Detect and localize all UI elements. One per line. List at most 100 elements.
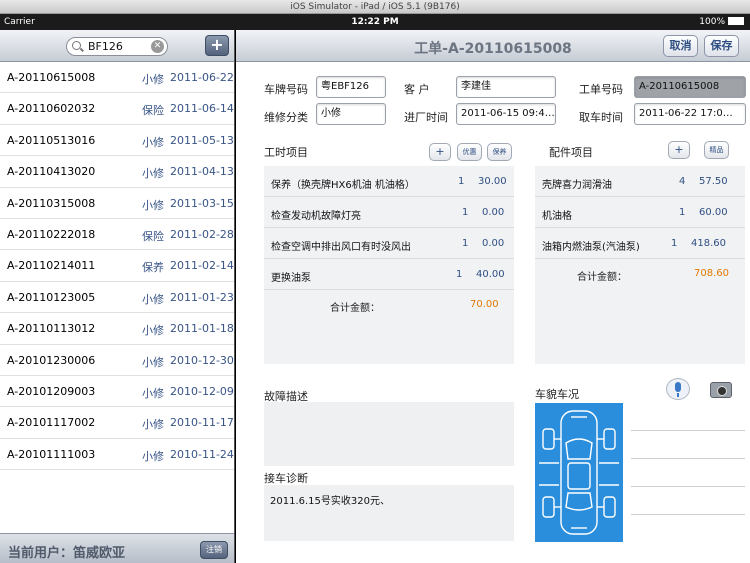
left-footer: 当前用户：笛威欧亚 注销 <box>0 533 234 563</box>
order-date: 2011-02-28 <box>170 227 234 241</box>
parts-section-title: 配件项目 <box>549 146 593 159</box>
search-icon <box>72 41 81 50</box>
customer-field[interactable]: 李建佳 <box>456 76 556 98</box>
labor-item-name: 保养（换壳牌HX6机油 机油格） <box>271 180 415 191</box>
warranty-button[interactable]: 保养 <box>487 143 512 161</box>
order-date: 2010-12-09 <box>170 384 234 398</box>
status-time: 12:22 PM <box>351 17 399 27</box>
logout-button[interactable]: 注销 <box>200 541 228 559</box>
add-labor-button[interactable]: + <box>429 143 451 161</box>
labor-item-amount: 0.00 <box>482 238 505 249</box>
order-type: 保养 <box>142 261 164 275</box>
order-row[interactable]: A-20110123005 小修 2011-01-23 <box>0 282 234 314</box>
order-no: A-20110602032 <box>7 102 96 116</box>
table-row[interactable]: 检查空调中排出风口有时没风出 1 0.00 <box>264 228 514 259</box>
order-type: 小修 <box>142 73 164 86</box>
save-button[interactable]: 保存 <box>704 35 739 57</box>
part-item-amount: 60.00 <box>699 207 728 218</box>
battery-percent: 100% <box>699 17 725 27</box>
part-item-qty: 4 <box>679 176 686 187</box>
part-item-qty: 1 <box>671 238 678 249</box>
order-no: A-20110113012 <box>7 322 96 336</box>
labor-item-amount: 40.00 <box>476 269 505 280</box>
table-row[interactable]: 保养（换壳牌HX6机油 机油格） 1 30.00 <box>264 166 514 197</box>
fault-description-field[interactable] <box>264 402 514 466</box>
car-diagram[interactable] <box>535 403 623 542</box>
category-label: 维修分类 <box>264 111 308 124</box>
labor-total-label: 合计金额： <box>330 303 380 314</box>
order-no: A-20110315008 <box>7 196 96 210</box>
order-date: 2010-11-24 <box>170 447 234 461</box>
body-note-line[interactable] <box>631 486 745 487</box>
order-row[interactable]: A-20101230006 小修 2010-12-30 <box>0 345 234 376</box>
microphone-icon[interactable] <box>666 378 690 400</box>
labor-table: 保养（换壳牌HX6机油 机油格） 1 30.00 检查发动机故障灯亮 1 0.0… <box>264 166 514 364</box>
order-no: A-20110413020 <box>7 165 96 179</box>
simulator-title: iOS Simulator - iPad / iOS 5.1 (9B176) <box>290 2 460 12</box>
out-time-label: 取车时间 <box>579 111 623 124</box>
order-row[interactable]: A-20110315008 小修 2011-03-15 <box>0 188 234 219</box>
table-row[interactable]: 更换油泵 1 40.00 <box>264 259 514 290</box>
out-time-field[interactable]: 2011-06-22 17:0… <box>634 103 746 125</box>
order-date: 2011-05-13 <box>170 133 234 147</box>
order-date: 2011-03-15 <box>170 196 234 210</box>
clear-icon[interactable]: ✕ <box>151 40 164 53</box>
order-type: 保险 <box>142 104 164 118</box>
body-condition-title: 车貌车况 <box>535 388 579 401</box>
order-row[interactable]: A-20110602032 保险 2011-06-14 <box>0 93 234 125</box>
body-note-line[interactable] <box>631 514 745 515</box>
add-part-button[interactable]: + <box>668 141 690 159</box>
order-date: 2011-01-18 <box>170 322 234 336</box>
order-no: A-20101230006 <box>7 353 96 367</box>
diagnosis-field[interactable]: 2011.6.15号实收320元、 <box>264 485 514 541</box>
car-outline-icon <box>539 410 619 535</box>
order-row[interactable]: A-20110222018 保险 2011-02-28 <box>0 219 234 251</box>
in-time-field[interactable]: 2011-06-15 09:4… <box>456 103 556 125</box>
customer-label: 客 户 <box>404 83 430 96</box>
order-row[interactable]: A-20110113012 小修 2011-01-18 <box>0 313 234 345</box>
battery-indicator: 100% <box>699 14 744 30</box>
left-toolbar: BF126 ✕ + <box>0 30 234 62</box>
order-date: 2010-11-17 <box>170 416 234 430</box>
order-no: A-20110222018 <box>7 227 96 241</box>
camera-icon[interactable] <box>710 382 732 398</box>
order-date: 2011-04-13 <box>170 165 234 179</box>
order-type: 保险 <box>142 229 164 243</box>
labor-item-qty: 1 <box>458 176 465 187</box>
order-row[interactable]: A-20110214011 保养 2011-02-14 <box>0 250 234 282</box>
discount-button[interactable]: 优惠 <box>457 143 482 161</box>
order-no: A-20110513016 <box>7 133 96 147</box>
order-type: 小修 <box>142 449 164 463</box>
order-detail-pane: 工单-A-20110615008 取消 保存 车牌号码 粤EBF126 客 户 … <box>236 30 750 563</box>
cancel-button[interactable]: 取消 <box>663 35 698 57</box>
order-no-field: A-20110615008 <box>634 76 746 98</box>
order-row[interactable]: A-20110413020 小修 2011-04-13 <box>0 156 234 188</box>
order-no: A-20110214011 <box>7 259 96 273</box>
order-type: 小修 <box>142 198 164 212</box>
order-row[interactable]: A-20101209003 小修 2010-12-09 <box>0 376 234 408</box>
search-input[interactable]: BF126 ✕ <box>66 37 168 56</box>
table-row[interactable]: 壳牌喜力润滑油 4 57.50 <box>535 166 745 197</box>
order-row[interactable]: A-20110513016 小修 2011-05-13 <box>0 125 234 157</box>
labor-total-value: 70.00 <box>470 299 499 310</box>
premium-button[interactable]: 精品 <box>704 141 729 159</box>
body-note-line[interactable] <box>631 458 745 459</box>
part-item-amount: 418.60 <box>691 238 726 249</box>
order-type: 小修 <box>142 355 164 369</box>
table-row[interactable]: 油箱内燃油泵(汽油泵) 1 418.60 <box>535 228 745 259</box>
order-no-label: 工单号码 <box>579 83 623 96</box>
simulator-title-bar: iOS Simulator - iPad / iOS 5.1 (9B176) <box>0 0 750 14</box>
category-field[interactable]: 小修 <box>316 103 386 125</box>
order-row[interactable]: A-20110615008 小修 2011-06-22 <box>0 62 234 94</box>
part-item-qty: 1 <box>679 207 686 218</box>
order-row[interactable]: A-20101117002 小修 2010-11-17 <box>0 407 234 439</box>
table-row[interactable]: 机油格 1 60.00 <box>535 197 745 228</box>
order-date: 2011-06-14 <box>170 102 234 116</box>
order-date: 2011-02-14 <box>170 259 234 273</box>
table-row[interactable]: 检查发动机故障灯亮 1 0.00 <box>264 197 514 228</box>
add-order-button[interactable]: + <box>205 35 229 56</box>
order-row[interactable]: A-20101111003 小修 2010-11-24 <box>0 439 234 471</box>
plate-field[interactable]: 粤EBF126 <box>316 76 386 98</box>
diagnosis-text: 2011.6.15号实收320元、 <box>270 496 390 507</box>
body-note-line[interactable] <box>631 430 745 431</box>
